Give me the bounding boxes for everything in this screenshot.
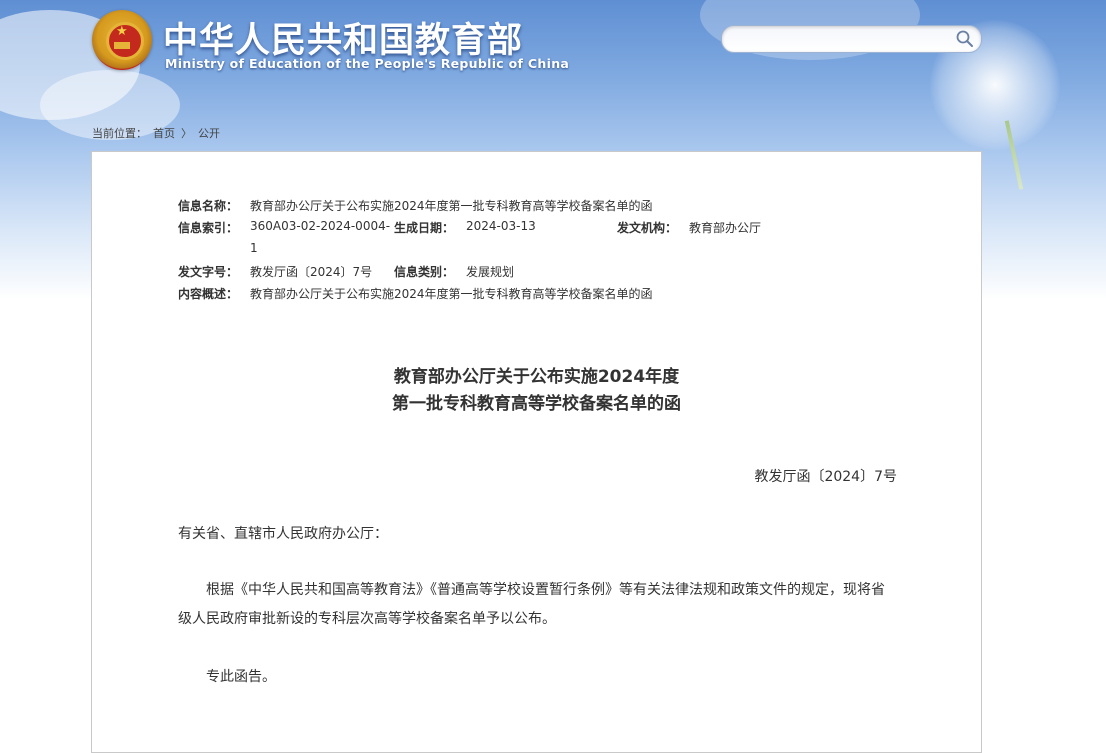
- site-subtitle: Ministry of Education of the People's Re…: [165, 56, 570, 71]
- breadcrumb: 当前位置： 首页〉公开: [92, 125, 226, 141]
- org-value: 教育部办公厅: [689, 221, 762, 235]
- search-box[interactable]: [721, 25, 982, 53]
- category-label: 信息类别：: [394, 265, 455, 279]
- docno-label: 发文字号：: [178, 265, 239, 279]
- content-panel: 信息名称： 教育部办公厅关于公布实施2024年度第一批专科教育高等学校备案名单的…: [91, 151, 982, 753]
- breadcrumb-public-link[interactable]: 公开: [198, 127, 220, 140]
- breadcrumb-separator: 〉: [181, 127, 192, 140]
- org-label: 发文机构：: [617, 221, 678, 235]
- index-label: 信息索引：: [178, 221, 239, 235]
- docno-value: 教发厅函〔2024〕7号: [250, 265, 373, 279]
- paragraph-1: 根据《中华人民共和国高等教育法》《普通高等学校设置暂行条例》等有关法律法规和政策…: [178, 582, 885, 627]
- search-input[interactable]: [734, 30, 953, 50]
- summary-value: 教育部办公厅关于公布实施2024年度第一批专科教育高等学校备案名单的函: [250, 287, 653, 301]
- document-title-line2: 第一批专科教育高等学校备案名单的函: [392, 394, 681, 414]
- name-value: 教育部办公厅关于公布实施2024年度第一批专科教育高等学校备案名单的函: [250, 199, 653, 213]
- gate-icon: [114, 42, 130, 49]
- national-emblem-icon: ★: [92, 10, 152, 70]
- paragraph-2: 专此函告。: [206, 669, 276, 685]
- breadcrumb-prefix: 当前位置：: [92, 127, 147, 140]
- category-value: 发展规划: [466, 265, 515, 279]
- greeting: 有关省、直辖市人民政府办公厅：: [178, 526, 388, 542]
- index-value-continued: 1: [250, 241, 258, 255]
- date-label: 生成日期：: [394, 221, 455, 235]
- search-icon[interactable]: [955, 29, 975, 49]
- document-number: 教发厅函〔2024〕7号: [754, 469, 897, 485]
- document-title-line1: 教育部办公厅关于公布实施2024年度: [393, 367, 680, 387]
- index-value: 360A03-02-2024-0004-: [250, 219, 391, 233]
- document-title: 教育部办公厅关于公布实施2024年度 第一批专科教育高等学校备案名单的函: [92, 364, 981, 418]
- date-value: 2024-03-13: [466, 219, 536, 233]
- name-label: 信息名称：: [178, 199, 239, 213]
- summary-label: 内容概述：: [178, 287, 239, 301]
- breadcrumb-home-link[interactable]: 首页: [153, 127, 175, 140]
- star-icon: ★: [116, 24, 128, 39]
